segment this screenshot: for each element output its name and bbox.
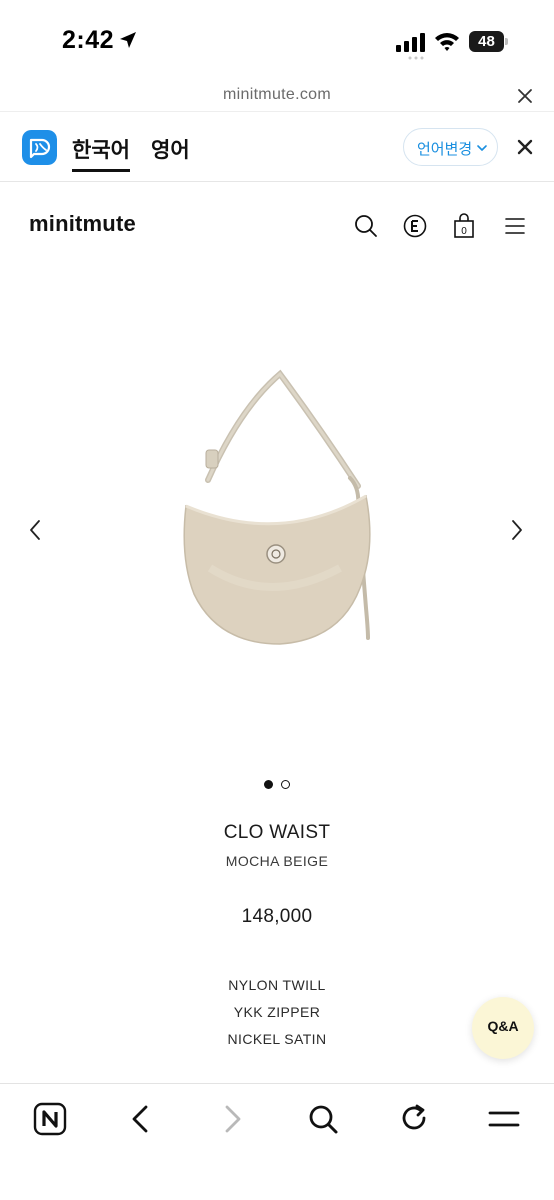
tab-korean[interactable]: 한국어 — [72, 134, 130, 164]
battery-icon: 48 — [469, 31, 509, 52]
product-name: CLO WAIST — [223, 822, 331, 843]
battery-level: 48 — [478, 33, 495, 50]
cellular-signal-icon — [396, 33, 425, 52]
bag-count: 0 — [461, 226, 467, 237]
tab-english[interactable]: 영어 — [151, 134, 190, 164]
forward-arrow-icon[interactable] — [214, 1101, 250, 1137]
product-spec: NYLON TWILL — [228, 977, 326, 993]
close-icon[interactable] — [516, 87, 534, 105]
chevron-left-icon[interactable] — [26, 518, 44, 542]
status-bar: 2:42 48 — [0, 0, 554, 80]
location-arrow-icon — [120, 32, 136, 48]
active-tab-indicator — [72, 169, 130, 172]
hamburger-menu-icon[interactable] — [502, 213, 528, 239]
chevron-right-icon[interactable] — [508, 518, 526, 542]
gallery-pager — [262, 780, 294, 790]
product-price: 148,000 — [241, 906, 313, 927]
site-header: minitmute 0 — [0, 183, 554, 268]
e-badge-icon[interactable] — [402, 213, 428, 239]
product-image — [183, 369, 371, 645]
naver-n-icon[interactable] — [32, 1101, 68, 1137]
brand-logo[interactable]: minitmute — [29, 211, 136, 237]
pager-dot-active[interactable] — [264, 780, 273, 789]
shopping-bag-icon[interactable]: 0 — [451, 213, 477, 239]
search-icon[interactable] — [353, 213, 379, 239]
product-spec: YKK ZIPPER — [233, 1004, 321, 1020]
pager-dot-inactive[interactable] — [281, 780, 290, 789]
url-text[interactable]: minitmute.com — [0, 86, 554, 104]
wifi-icon — [435, 33, 459, 51]
translate-app-icon[interactable] — [22, 130, 57, 165]
product-color: MOCHA BEIGE — [225, 853, 329, 869]
menu-icon[interactable] — [486, 1101, 522, 1137]
product-gallery[interactable] — [0, 268, 554, 768]
qa-button[interactable]: Q&A — [472, 997, 534, 1059]
url-bar[interactable]: minitmute.com — [0, 80, 554, 110]
back-arrow-icon[interactable] — [123, 1101, 159, 1137]
status-time: 2:42 — [62, 26, 115, 54]
browser-toolbar — [0, 1083, 554, 1200]
change-language-label: 언어변경 — [417, 141, 473, 158]
search-icon[interactable] — [305, 1101, 341, 1137]
reload-icon[interactable] — [396, 1101, 432, 1137]
chevron-down-icon — [477, 145, 487, 151]
qa-label: Q&A — [487, 1018, 519, 1034]
close-translate-icon[interactable] — [515, 137, 535, 157]
recording-dots-icon — [408, 56, 424, 60]
translate-bar: 한국어 영어 언어변경 — [0, 111, 554, 182]
product-spec: NICKEL SATIN — [227, 1031, 327, 1047]
change-language-button[interactable]: 언어변경 — [403, 128, 498, 166]
